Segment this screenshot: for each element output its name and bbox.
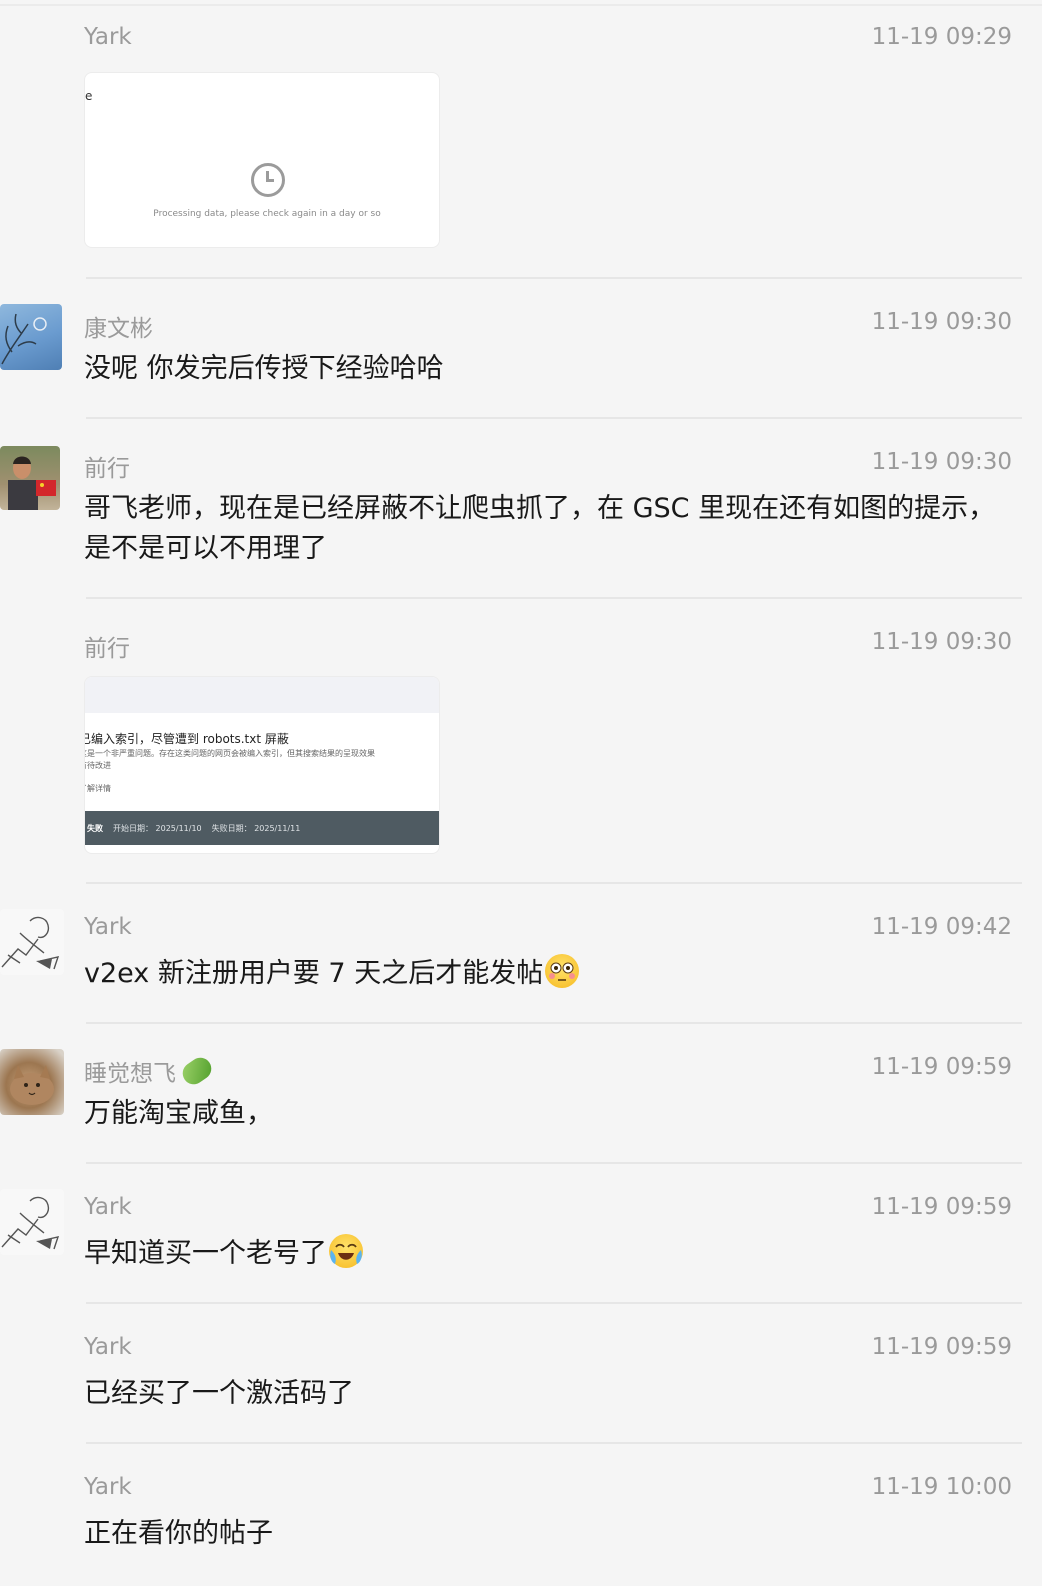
image-attachment[interactable]: e Processing data, please check again in… bbox=[84, 72, 440, 248]
avatar[interactable] bbox=[0, 1189, 64, 1255]
avatar-image bbox=[1, 1196, 60, 1250]
message-divider bbox=[86, 597, 1022, 599]
image-start-date: 开始日期： 2025/11/10 bbox=[113, 823, 202, 833]
avatar[interactable] bbox=[0, 1049, 64, 1115]
image-attachment[interactable]: 已编入索引，尽管遭到 robots.txt 屏蔽 这是一个非严重问题。存在这类问… bbox=[84, 676, 440, 854]
message-text: 哥飞老师，现在是已经屏蔽不让爬虫抓了，在 GSC 里现在还有如图的提示，是不是可… bbox=[84, 493, 996, 564]
image-status-bar: 失败 开始日期： 2025/11/10 失败日期： 2025/11/11 bbox=[85, 811, 439, 845]
message-time: 11-19 09:30 bbox=[871, 629, 1012, 655]
message-divider bbox=[86, 882, 1022, 884]
message-time: 11-19 09:30 bbox=[871, 309, 1012, 335]
message-time: 11-19 09:29 bbox=[871, 24, 1012, 50]
message-divider bbox=[86, 1022, 1022, 1024]
bean-sprout-icon bbox=[178, 1053, 216, 1089]
avatar[interactable] bbox=[0, 446, 60, 510]
message-divider bbox=[86, 417, 1022, 419]
sender-name[interactable]: Yark bbox=[84, 914, 132, 940]
avatar-image bbox=[10, 1065, 54, 1105]
flushed-face-icon bbox=[545, 954, 580, 988]
message-text: 万能淘宝咸鱼， bbox=[84, 1098, 273, 1129]
message-time: 11-19 09:59 bbox=[871, 1194, 1012, 1220]
message-divider bbox=[86, 1442, 1022, 1444]
message-text: 早知道买一个老号了 bbox=[84, 1238, 327, 1269]
sender-name[interactable]: Yark bbox=[84, 1194, 132, 1220]
image-line: 有待改进 bbox=[85, 761, 111, 770]
image-link: 了解详情 bbox=[85, 784, 111, 793]
image-caption: Processing data, please check again in a… bbox=[153, 209, 381, 219]
image-header-bar bbox=[85, 677, 439, 713]
message-divider bbox=[86, 1162, 1022, 1164]
message-text: 已经买了一个激活码了 bbox=[84, 1378, 354, 1409]
message-time: 11-19 09:42 bbox=[871, 914, 1012, 940]
avatar-image bbox=[1, 916, 60, 970]
sender-name[interactable]: Yark bbox=[84, 1334, 132, 1360]
sender-name[interactable]: 前行 bbox=[84, 629, 130, 663]
sender-name-group: 睡觉想飞 bbox=[84, 1053, 216, 1089]
avatar-image bbox=[1, 313, 47, 365]
sender-name[interactable]: Yark bbox=[84, 24, 132, 50]
message-text: v2ex 新注册用户要 7 天之后才能发帖 bbox=[84, 958, 544, 989]
message-divider bbox=[86, 1302, 1022, 1304]
sender-name[interactable]: 睡觉想飞 bbox=[84, 1054, 176, 1088]
message-time: 11-19 09:59 bbox=[871, 1334, 1012, 1360]
avatar[interactable] bbox=[0, 304, 62, 370]
image-title: 已编入索引，尽管遭到 robots.txt 屏蔽 bbox=[84, 732, 289, 746]
message-divider bbox=[86, 277, 1022, 279]
top-divider bbox=[0, 4, 1042, 6]
image-fail-date: 失败日期： 2025/11/11 bbox=[211, 823, 301, 833]
image-status: 失败 bbox=[87, 823, 103, 833]
clock-icon bbox=[251, 163, 285, 197]
message-time: 11-19 10:00 bbox=[871, 1474, 1012, 1500]
image-line: 这是一个非严重问题。存在这类问题的网页会被编入索引，但其搜索结果的呈现效果 bbox=[84, 749, 375, 758]
avatar-image bbox=[8, 456, 56, 510]
message-time: 11-19 09:30 bbox=[871, 449, 1012, 475]
sender-name[interactable]: Yark bbox=[84, 1474, 132, 1500]
crying-laughing-face-icon bbox=[329, 1234, 363, 1268]
sender-name[interactable]: 康文彬 bbox=[84, 309, 153, 343]
image-letter: e bbox=[85, 89, 93, 103]
message-time: 11-19 09:59 bbox=[871, 1054, 1012, 1080]
avatar[interactable] bbox=[0, 909, 64, 975]
message-text: 没呢 你发完后传授下经验哈哈 bbox=[84, 353, 444, 384]
sender-name[interactable]: 前行 bbox=[84, 449, 130, 483]
message-text: 正在看你的帖子 bbox=[84, 1518, 273, 1549]
